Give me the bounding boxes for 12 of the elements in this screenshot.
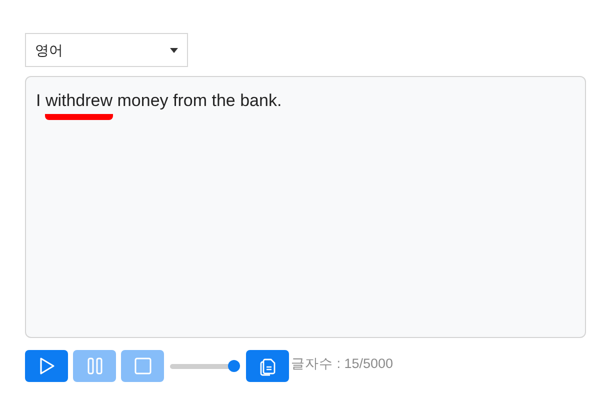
stop-icon <box>134 357 152 375</box>
volume-slider[interactable] <box>170 359 240 373</box>
copy-button[interactable] <box>246 350 289 382</box>
text-content: I withdrew money from the bank. <box>36 89 575 120</box>
character-count: 글자수 : 15/5000 <box>291 354 394 373</box>
language-select[interactable]: 영어 <box>25 33 188 67</box>
play-button[interactable] <box>25 350 68 382</box>
caret-icon <box>170 48 178 52</box>
pause-icon <box>86 357 102 375</box>
copy-icon <box>258 356 276 376</box>
play-icon <box>38 357 54 375</box>
text-area[interactable]: I withdrew money from the bank. <box>25 76 586 338</box>
